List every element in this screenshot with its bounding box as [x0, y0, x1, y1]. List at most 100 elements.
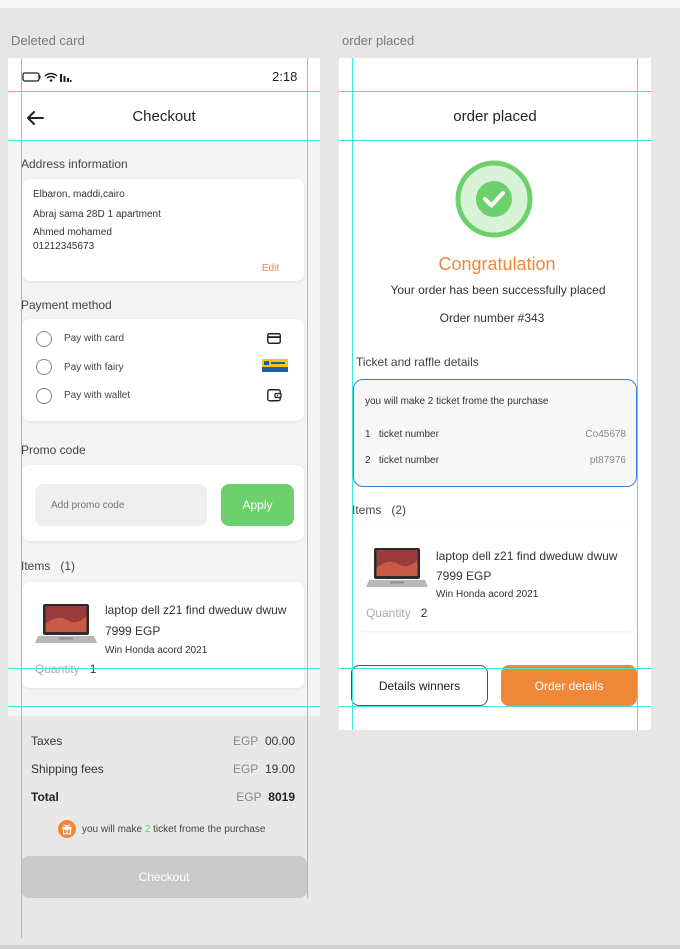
congratulation-text: Congratulation	[438, 254, 556, 274]
order-placed-screen: order placed Congratulation Your order h…	[339, 58, 651, 730]
pay-fairy-label: Pay with fairy	[64, 362, 124, 373]
payment-section-title: Payment method	[21, 298, 112, 312]
apply-promo-button[interactable]: Apply	[221, 484, 294, 526]
order-summary: Taxes EGP 00.00 Shipping fees EGP 19.00 …	[8, 716, 320, 938]
laptop-image-right	[366, 548, 428, 587]
edit-address-link[interactable]: Edit	[262, 263, 279, 274]
payment-card: Pay with card Pay with fairy Pay with wa…	[22, 319, 304, 421]
address-name: Ahmed mohamed	[33, 227, 112, 238]
layout-guide	[339, 706, 651, 707]
frame-label-order-placed: order placed	[342, 33, 415, 48]
order-details-button[interactable]: Order details	[501, 665, 637, 706]
quantity-label-right: Quantity	[366, 606, 411, 620]
items-section-title-right: Items (2)	[352, 503, 406, 517]
success-message: Your order has been successfully placed	[390, 283, 606, 297]
order-number: Order number #343	[439, 311, 545, 325]
radio-pay-wallet[interactable]	[36, 388, 52, 404]
taxes-amount: EGP 00.00	[233, 734, 295, 748]
layout-guide	[307, 58, 308, 898]
layout-guide	[637, 58, 638, 730]
quantity-label: Quantity	[35, 662, 80, 676]
ticket-row-2-code: pt87976	[589, 455, 626, 466]
address-line-1: Elbaron, maddi,cairo	[33, 189, 125, 200]
ticket-note-suffix: ticket frome the purchase	[153, 823, 266, 835]
quantity-value-right: 2	[420, 606, 428, 620]
items-section-title: Items (1)	[21, 559, 75, 573]
items-count: (1)	[60, 559, 76, 573]
quantity-row: Quantity 1	[35, 662, 96, 676]
ticket-row-2-index: 2	[365, 455, 371, 466]
ticket-row-1-index: 1	[365, 429, 371, 440]
top-strip	[0, 0, 680, 8]
ticket-note: you will make 2 ticket frome the purchas…	[58, 820, 265, 838]
promo-code-input[interactable]	[35, 484, 207, 526]
product-price-right: 7999 EGP	[436, 569, 492, 583]
product-price: 7999 EGP	[105, 624, 161, 638]
ticket-row-2-label: 2 ticket number	[365, 455, 439, 466]
pay-card-label: Pay with card	[64, 333, 125, 344]
quantity-row-right: Quantity 2	[366, 606, 427, 620]
layout-guide	[339, 91, 651, 92]
ticket-note-count: 2	[144, 823, 151, 835]
order-placed-header: order placed	[339, 92, 651, 140]
ticket-note-prefix: you will make	[82, 823, 143, 835]
payment-option-wallet[interactable]: Pay with wallet	[22, 377, 304, 407]
ticket-details-card: you will make 2 ticket frome the purchas…	[353, 379, 637, 487]
product-subtitle-right: Win Honda acord 2021	[436, 589, 539, 600]
total-label: Total	[31, 790, 59, 804]
layout-guide	[8, 140, 320, 141]
ticket-row-2-text: ticket number	[378, 455, 439, 466]
layout-guide	[339, 668, 651, 669]
item-card[interactable]: laptop dell z21 find dweduw dwuw 7999 EG…	[22, 582, 304, 688]
frame-label-deleted-card: Deleted card	[11, 33, 85, 48]
taxes-label: Taxes	[31, 734, 63, 748]
payment-option-card[interactable]: Pay with card	[22, 319, 304, 347]
ticket-row-1-text: ticket number	[378, 429, 439, 440]
shipping-amount: EGP 19.00	[233, 762, 295, 776]
ticket-details-note: you will make 2 ticket frome the purchas…	[365, 396, 549, 407]
product-name-right: laptop dell z21 find dweduw dwuw	[436, 549, 618, 563]
items-label: Items	[21, 559, 51, 573]
order-placed-title: order placed	[453, 108, 537, 125]
layout-guide	[8, 668, 320, 669]
layout-guide	[21, 58, 22, 938]
checkout-screen: 2:18 Checkout Address information Elbaro…	[8, 58, 320, 938]
ticket-row-1-code: Co45678	[585, 429, 626, 440]
ticket-section-title: Ticket and raffle details	[356, 355, 479, 369]
status-icons	[22, 72, 72, 82]
status-time: 2:18	[272, 69, 298, 84]
radio-pay-card[interactable]	[36, 331, 52, 347]
radio-pay-fairy[interactable]	[36, 359, 52, 375]
address-card: Elbaron, maddi,cairo Abraj sama 28D 1 ap…	[22, 179, 304, 281]
taxes-currency: EGP	[232, 734, 259, 748]
payment-option-fairy[interactable]: Pay with fairy	[22, 347, 304, 377]
shipping-value: 19.00	[264, 762, 295, 776]
product-name: laptop dell z21 find dweduw dwuw	[105, 603, 287, 617]
total-value: 8019	[268, 790, 295, 804]
item-card-right[interactable]: laptop dell z21 find dweduw dwuw 7999 EG…	[353, 527, 635, 631]
wallet-icon	[267, 389, 282, 402]
checkout-button[interactable]: Checkout	[21, 856, 307, 898]
page-title: Checkout	[132, 108, 196, 125]
credit-card-icon	[267, 333, 281, 344]
gift-icon	[58, 820, 76, 838]
address-phone: 01212345673	[33, 241, 95, 252]
items-label-right: Items	[352, 503, 382, 517]
bottom-edge	[0, 945, 680, 949]
promo-card: Apply	[22, 465, 304, 541]
promo-section-title: Promo code	[21, 443, 86, 457]
layout-guide	[8, 91, 320, 92]
total-currency: EGP	[236, 790, 262, 804]
shipping-label: Shipping fees	[31, 762, 104, 776]
layout-guide	[352, 58, 353, 730]
quantity-value: 1	[89, 662, 97, 676]
items-count-right: (2)	[391, 503, 407, 517]
details-winners-button[interactable]: Details winners	[351, 665, 488, 706]
pay-wallet-label: Pay with wallet	[64, 390, 131, 401]
checkout-header: Checkout	[8, 92, 320, 140]
laptop-image	[35, 604, 97, 643]
address-line-2: Abraj sama 28D 1 apartment	[33, 209, 161, 220]
shipping-currency: EGP	[232, 762, 259, 776]
layout-guide	[8, 706, 320, 707]
ticket-row-1-label: 1 ticket number	[365, 429, 439, 440]
